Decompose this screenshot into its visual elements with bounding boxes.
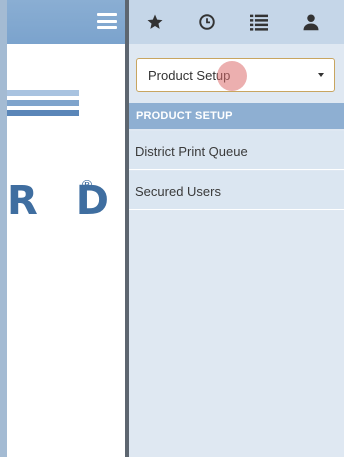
menu-item-label: Secured Users bbox=[135, 184, 221, 199]
registered-mark: ® bbox=[80, 178, 94, 194]
list-icon bbox=[250, 14, 268, 31]
section-header: PRODUCT SETUP bbox=[129, 103, 344, 129]
menu-item-secured-users[interactable]: Secured Users bbox=[129, 171, 344, 210]
user-button[interactable] bbox=[285, 0, 337, 44]
side-panel-toolbar bbox=[129, 0, 344, 44]
main-header-bar bbox=[7, 0, 127, 44]
user-icon bbox=[303, 14, 319, 31]
favorites-button[interactable] bbox=[129, 0, 181, 44]
product-select[interactable]: Product Setup bbox=[136, 58, 335, 92]
clock-icon bbox=[199, 14, 215, 30]
menu-item-district-print-queue[interactable]: District Print Queue bbox=[129, 131, 344, 170]
star-icon bbox=[147, 14, 163, 29]
logo-text: R D bbox=[7, 178, 121, 224]
list-button[interactable] bbox=[233, 0, 285, 44]
click-indicator bbox=[217, 61, 247, 91]
section-title: PRODUCT SETUP bbox=[136, 110, 233, 122]
logo-graphic bbox=[7, 90, 79, 126]
side-panel: Product Setup PRODUCT SETUP District Pri… bbox=[129, 0, 344, 457]
main-content-pane: R D ® bbox=[0, 0, 127, 457]
menu-item-label: District Print Queue bbox=[135, 144, 248, 159]
recent-button[interactable] bbox=[181, 0, 233, 44]
chevron-down-icon bbox=[318, 73, 324, 77]
hamburger-menu-icon[interactable] bbox=[97, 13, 117, 29]
